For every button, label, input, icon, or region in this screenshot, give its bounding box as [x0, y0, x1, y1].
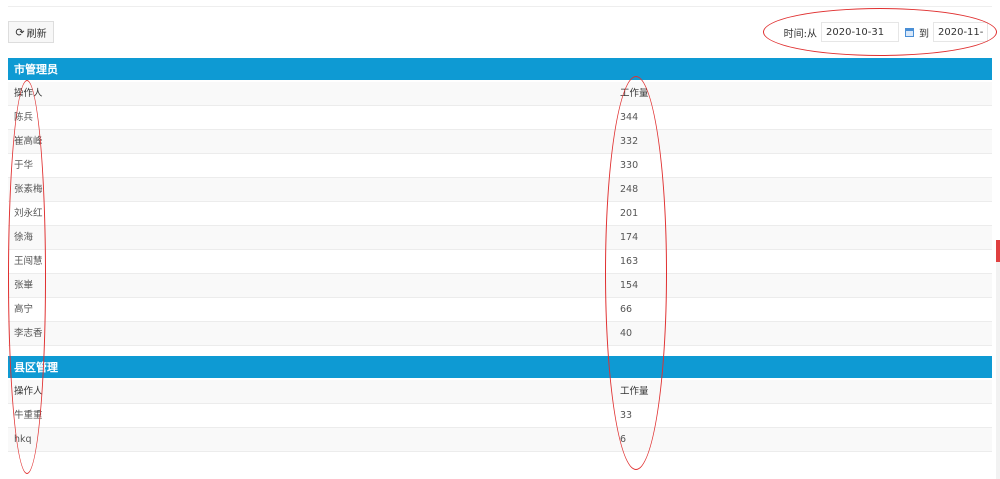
scrollbar-marker[interactable] — [996, 240, 1000, 262]
date-to-label: 到 — [919, 28, 929, 40]
operator-name: 于华 — [14, 160, 34, 171]
table-row: 牛重重 33 — [8, 404, 992, 428]
table-header-row: 操作人 工作量 — [8, 82, 992, 106]
operator-name: 徐海 — [14, 232, 34, 243]
column-header-workload: 工作量 — [620, 88, 649, 99]
column-header-workload: 工作量 — [620, 386, 649, 397]
table-row: 高宁 66 — [8, 298, 992, 322]
scrollbar-track[interactable] — [996, 262, 1000, 479]
workload-value: 330 — [620, 160, 639, 171]
section-title: 市管理员 — [14, 63, 58, 76]
date-to-input[interactable] — [933, 22, 988, 42]
table-row: hkq 6 — [8, 428, 992, 452]
operator-name: 刘永红 — [14, 208, 43, 219]
operator-name: 李志香 — [14, 328, 43, 339]
refresh-icon: ⟳ — [15, 25, 25, 39]
table-row: 徐海 174 — [8, 226, 992, 250]
divider — [8, 6, 992, 7]
table-header-row: 操作人 工作量 — [8, 380, 992, 404]
table-row: 于华 330 — [8, 154, 992, 178]
column-header-operator: 操作人 — [14, 88, 43, 99]
date-from-label: 时间:从 — [783, 28, 817, 40]
workload-value: 163 — [620, 256, 639, 267]
table-row: 王闯慧 163 — [8, 250, 992, 274]
workload-value: 154 — [620, 280, 639, 291]
toolbar: ⟳ 刷新 时间:从 到 — [8, 21, 992, 45]
workload-value: 174 — [620, 232, 639, 243]
workload-value: 66 — [620, 304, 633, 315]
column-header-operator: 操作人 — [14, 386, 43, 397]
operator-name: 陈兵 — [14, 112, 34, 123]
refresh-label: 刷新 — [26, 28, 47, 40]
operator-name: 王闯慧 — [14, 256, 43, 267]
section-title: 县区管理 — [14, 361, 58, 374]
page: ⟳ 刷新 时间:从 到 市管理员 操作人 工作量 陈兵 344 崔高峰 332 … — [0, 0, 1000, 479]
workload-value: 344 — [620, 112, 639, 123]
table-row: 崔高峰 332 — [8, 130, 992, 154]
operator-name: 张素梅 — [14, 184, 43, 195]
refresh-button[interactable]: ⟳ 刷新 — [8, 21, 54, 43]
operator-name: 高宁 — [14, 304, 34, 315]
operator-name: 崔高峰 — [14, 136, 43, 147]
operator-name: hkq — [14, 434, 32, 445]
section-header-county: 县区管理 — [8, 356, 992, 378]
table-row: 陈兵 344 — [8, 106, 992, 130]
workload-value: 6 — [620, 434, 627, 445]
workload-value: 33 — [620, 410, 633, 421]
workload-value: 332 — [620, 136, 639, 147]
operator-name: 牛重重 — [14, 410, 43, 421]
calendar-icon[interactable] — [905, 27, 914, 37]
workload-value: 40 — [620, 328, 633, 339]
date-range: 时间:从 到 — [784, 21, 988, 43]
table-row: 刘永红 201 — [8, 202, 992, 226]
section-header-city: 市管理员 — [8, 58, 992, 80]
table-row: 李志香 40 — [8, 322, 992, 346]
table-row: 张崋 154 — [8, 274, 992, 298]
table-row: 张素梅 248 — [8, 178, 992, 202]
workload-value: 201 — [620, 208, 639, 219]
date-from-input[interactable] — [821, 22, 899, 42]
operator-name: 张崋 — [14, 280, 34, 291]
workload-value: 248 — [620, 184, 639, 195]
